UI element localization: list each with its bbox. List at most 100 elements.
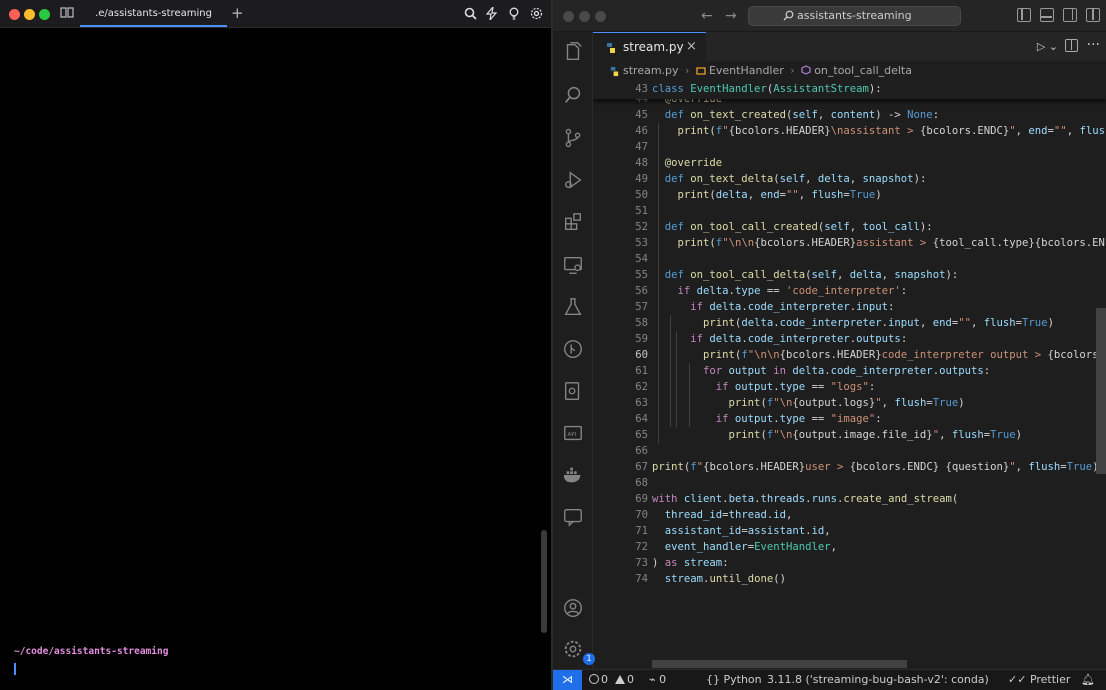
vertical-scrollbar[interactable] <box>1096 308 1106 474</box>
docker-icon[interactable] <box>561 463 585 487</box>
indent-guide <box>676 331 677 427</box>
minimize-window-button[interactable] <box>24 9 35 20</box>
line-number: 73 <box>635 557 648 569</box>
code-line[interactable]: 54 <box>593 251 1106 267</box>
explorer-icon[interactable] <box>561 40 585 64</box>
code-text: @override <box>664 157 723 169</box>
code-text: assistant_id=assistant.id, <box>664 525 831 537</box>
line-number: 57 <box>635 301 648 313</box>
code-line[interactable]: 67 print(f"{bcolors.HEADER}user > {bcolor… <box>593 459 1106 475</box>
git-graph-icon[interactable] <box>561 337 585 361</box>
code-line[interactable]: 49 def on_text_delta(self, delta, snapsh… <box>593 171 1106 187</box>
code-line[interactable]: 48 @override <box>593 155 1106 171</box>
remote-explorer-icon[interactable] <box>561 253 585 277</box>
tab-stream-py[interactable]: stream.py × <box>593 32 706 61</box>
breadcrumb-class[interactable]: EventHandler <box>709 64 784 77</box>
language-mode[interactable]: {} Python <box>706 673 762 686</box>
line-number: 69 <box>635 493 648 505</box>
horizontal-scrollbar[interactable] <box>652 660 907 668</box>
sidebar-toggle-icon[interactable] <box>60 6 74 20</box>
manage-gear-icon[interactable]: 1 <box>561 637 595 665</box>
code-line[interactable]: 73) as stream: <box>593 555 1106 571</box>
accounts-icon[interactable] <box>561 596 585 620</box>
code-line[interactable]: 69 with client.beta.threads.runs.create_a… <box>593 491 1106 507</box>
code-line[interactable]: 66 <box>593 443 1106 459</box>
line-number: 48 <box>635 157 648 169</box>
zoom-window-button[interactable] <box>39 9 50 20</box>
run-and-debug-icon[interactable] <box>561 168 585 192</box>
api-icon[interactable]: API <box>561 421 585 445</box>
code-editor[interactable]: 44 @override 45 def on_text_created(self,… <box>593 81 1106 668</box>
command-center-search[interactable]: assistants-streaming <box>748 6 961 26</box>
testing-flask-icon[interactable] <box>561 295 585 319</box>
code-line[interactable]: 57 if delta.code_interpreter.input: <box>593 299 1106 315</box>
code-line[interactable]: 52 def on_tool_call_created(self, tool_c… <box>593 219 1106 235</box>
code-line[interactable]: 74 stream.until_done() <box>593 571 1106 587</box>
code-line[interactable]: 55 def on_tool_call_delta(self, delta, s… <box>593 267 1106 283</box>
python-interpreter[interactable]: 3.11.8 ('streaming-bug-bash-v2': conda) <box>767 673 989 686</box>
forward-arrow-icon[interactable]: → <box>725 8 737 24</box>
toggle-panel-icon[interactable] <box>1040 8 1054 22</box>
code-line[interactable]: 53 print(f"\n\n{bcolors.HEADER}assistant… <box>593 235 1106 251</box>
toggle-secondary-sidebar-icon[interactable] <box>1063 8 1077 22</box>
ports-indicator[interactable]: ⌁ 0 <box>649 673 666 686</box>
prettier-status[interactable]: ✓✓ Prettier <box>1008 673 1070 686</box>
customize-layout-icon[interactable] <box>1086 8 1100 22</box>
code-line[interactable]: 56 if delta.type == 'code_interpreter': <box>593 283 1106 299</box>
search-icon[interactable] <box>561 83 585 107</box>
terminal-tab[interactable]: .e/assistants-streaming <box>80 0 227 28</box>
lightbulb-icon[interactable] <box>507 6 521 20</box>
source-control-icon[interactable] <box>561 126 585 150</box>
close-window-button[interactable] <box>563 11 574 22</box>
breadcrumb-method[interactable]: on_tool_call_delta <box>814 64 912 77</box>
minimize-window-button[interactable] <box>579 11 590 22</box>
code-text: if delta.code_interpreter.input: <box>690 301 895 313</box>
search-icon[interactable] <box>463 6 477 20</box>
code-text: def on_text_delta(self, delta, snapshot)… <box>664 173 927 185</box>
close-tab-button[interactable]: × <box>686 39 697 54</box>
code-line[interactable]: 72 event_handler=EventHandler, <box>593 539 1106 555</box>
line-number: 72 <box>635 541 648 553</box>
code-line[interactable]: 46 print(f"{bcolors.HEADER}\nassistant >… <box>593 123 1106 139</box>
error-icon <box>589 674 599 684</box>
code-line[interactable]: 45 def on_text_created(self, content) ->… <box>593 107 1106 123</box>
code-text: event_handler=EventHandler, <box>664 541 838 553</box>
lightning-icon[interactable] <box>485 6 499 20</box>
new-tab-button[interactable]: + <box>231 4 244 22</box>
zoom-window-button[interactable] <box>595 11 606 22</box>
chat-icon[interactable] <box>561 505 585 529</box>
code-line[interactable]: 65 print(f"\n{output.image.file_id}", fl… <box>593 427 1106 443</box>
problems-warnings[interactable]: 0 <box>615 673 634 686</box>
sticky-scroll-line[interactable]: 43 class EventHandler(AssistantStream): <box>593 81 1106 97</box>
code-line[interactable]: 47 <box>593 139 1106 155</box>
terminal-scrollbar[interactable] <box>541 530 547 633</box>
containers-icon[interactable] <box>561 379 585 403</box>
code-line[interactable]: 70 thread_id=thread.id, <box>593 507 1106 523</box>
code-text: if output.type == "logs": <box>715 381 876 393</box>
code-line[interactable]: 68 <box>593 475 1106 491</box>
terminal-cursor[interactable] <box>14 663 16 675</box>
code-text: print(f"{bcolors.HEADER}user > {bcolors.… <box>652 461 1099 473</box>
run-python-file-button[interactable]: ▷ ⌄ <box>1037 40 1058 53</box>
back-arrow-icon[interactable]: ← <box>701 8 713 24</box>
notifications-bell-icon[interactable]: 🔔︎ <box>1081 673 1095 686</box>
code-line[interactable]: 71 assistant_id=assistant.id, <box>593 523 1106 539</box>
code-line[interactable]: 51 <box>593 203 1106 219</box>
command-center-text: assistants-streaming <box>797 9 912 22</box>
more-actions-icon[interactable]: ··· <box>1087 37 1100 53</box>
toggle-primary-sidebar-icon[interactable] <box>1017 8 1031 22</box>
code-text: print(f"\n\n{bcolors.HEADER}assistant > … <box>677 237 1105 249</box>
line-number: 50 <box>635 189 648 201</box>
sticky-scroll-header[interactable]: 43 class EventHandler(AssistantStream): <box>593 81 1106 99</box>
line-number: 56 <box>635 285 648 297</box>
breadcrumb-file[interactable]: stream.py <box>623 64 679 77</box>
close-window-button[interactable] <box>9 9 20 20</box>
method-symbol-icon <box>801 65 811 75</box>
extensions-icon[interactable] <box>561 210 585 234</box>
gear-icon[interactable] <box>529 6 543 20</box>
line-number: 52 <box>635 221 648 233</box>
remote-indicator-button[interactable]: ⋊ <box>553 670 582 690</box>
code-line[interactable]: 50 print(delta, end="", flush=True) <box>593 187 1106 203</box>
split-editor-icon[interactable] <box>1065 39 1078 52</box>
problems-errors[interactable]: 0 <box>589 673 608 686</box>
